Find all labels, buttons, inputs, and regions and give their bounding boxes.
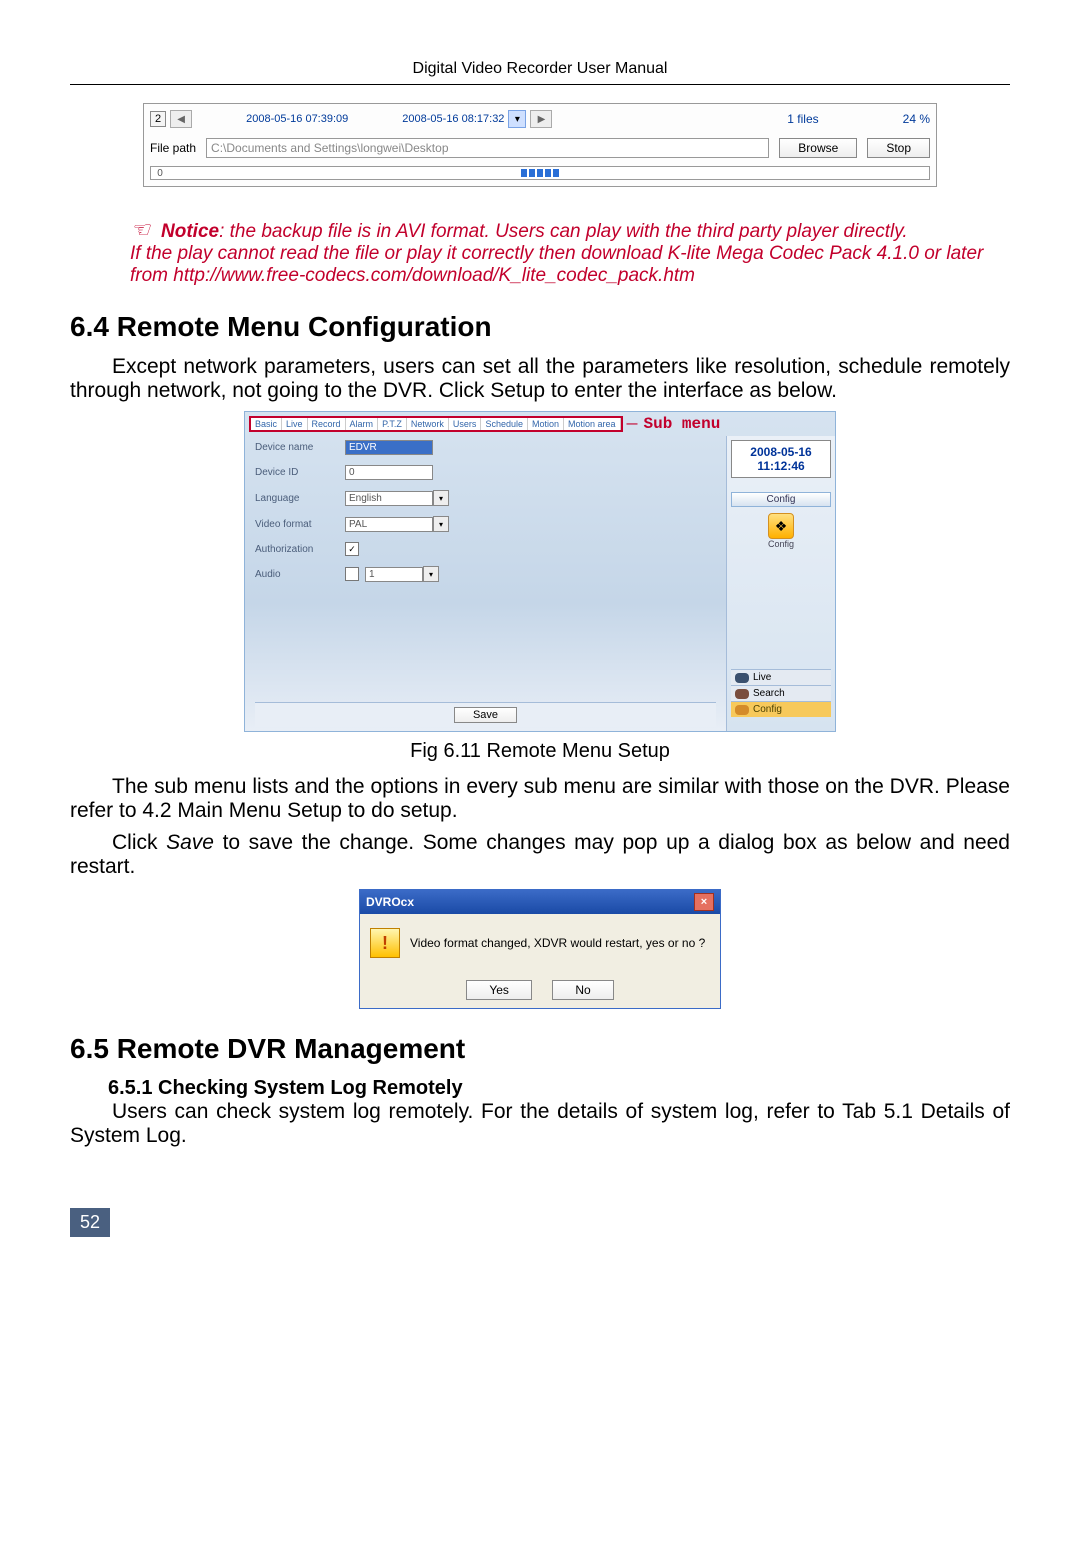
file-path-input[interactable]: C:\Documents and Settings\longwei\Deskto… bbox=[206, 138, 769, 158]
audio-select[interactable]: 1 bbox=[365, 567, 423, 582]
language-select[interactable]: English bbox=[345, 491, 433, 506]
para-submenu: The sub menu lists and the options in ev… bbox=[70, 775, 1010, 823]
nav-config[interactable]: Config bbox=[731, 701, 831, 717]
video-format-label: Video format bbox=[255, 519, 345, 530]
chevron-down-icon[interactable]: ▾ bbox=[433, 516, 449, 532]
dialog-title: DVROcx bbox=[366, 895, 414, 909]
dropdown-icon[interactable]: ▾ bbox=[508, 110, 526, 128]
browse-button[interactable]: Browse bbox=[779, 138, 857, 158]
fig-6-11-caption: Fig 6.11 Remote Menu Setup bbox=[70, 740, 1010, 763]
percent-label: 24 % bbox=[903, 112, 930, 126]
backup-time1: 2008-05-16 07:39:09 bbox=[246, 113, 348, 125]
device-id-input[interactable]: 0 bbox=[345, 465, 433, 480]
device-name-input[interactable]: EDVR bbox=[345, 440, 433, 455]
dialog-figure: DVROcx × ! Video format changed, XDVR wo… bbox=[359, 889, 721, 1009]
nav-live[interactable]: Live bbox=[731, 669, 831, 685]
dialog-message: Video format changed, XDVR would restart… bbox=[410, 936, 705, 950]
progress-zero: 0 bbox=[157, 168, 163, 179]
time-value: 11:12:46 bbox=[736, 459, 826, 473]
authorization-label: Authorization bbox=[255, 544, 345, 555]
para-6-5-1: Users can check system log remotely. For… bbox=[70, 1100, 1010, 1148]
gear-icon bbox=[735, 705, 749, 715]
device-name-label: Device name bbox=[255, 442, 345, 453]
files-count: 1 files bbox=[787, 112, 818, 126]
chevron-down-icon[interactable]: ▾ bbox=[433, 490, 449, 506]
nav-search[interactable]: Search bbox=[731, 685, 831, 701]
file-path-label: File path bbox=[150, 141, 196, 155]
header-title: Digital Video Recorder User Manual bbox=[70, 60, 1010, 78]
para-6-4: Except network parameters, users can set… bbox=[70, 355, 1010, 403]
config-icon[interactable]: ❖ bbox=[768, 513, 794, 539]
notice-label: Notice bbox=[161, 221, 219, 242]
device-id-label: Device ID bbox=[255, 467, 345, 478]
close-icon[interactable]: × bbox=[694, 893, 714, 911]
page-number: 52 bbox=[70, 1208, 110, 1237]
date-value: 2008-05-16 bbox=[736, 445, 826, 459]
notice-line1: : the backup file is in AVI format. User… bbox=[219, 221, 908, 242]
video-format-select[interactable]: PAL bbox=[345, 517, 433, 532]
save-button[interactable]: Save bbox=[454, 707, 517, 723]
no-button[interactable]: No bbox=[552, 980, 613, 1000]
progress-bar: 0 bbox=[150, 166, 930, 180]
config-caption: Config bbox=[731, 539, 831, 549]
hand-icon: ☜ bbox=[130, 217, 150, 242]
heading-6-4: 6.4 Remote Menu Configuration bbox=[70, 311, 1010, 343]
yes-button[interactable]: Yes bbox=[466, 980, 532, 1000]
scroll-left-icon[interactable]: ◀ bbox=[170, 110, 192, 128]
audio-label: Audio bbox=[255, 569, 345, 580]
sub-menu-annotation: Sub menu bbox=[644, 415, 721, 433]
backup-figure: 2 ◀ 2008-05-16 07:39:09 2008-05-16 08:17… bbox=[143, 103, 937, 187]
audio-checkbox[interactable] bbox=[345, 567, 359, 581]
sub-menu-tabs[interactable]: BasicLiveRecordAlarmP.T.ZNetworkUsersSch… bbox=[249, 416, 623, 432]
heading-6-5: 6.5 Remote DVR Management bbox=[70, 1033, 1010, 1065]
search-icon bbox=[735, 689, 749, 699]
backup-time2: 2008-05-16 08:17:32 bbox=[402, 113, 504, 125]
chevron-down-icon[interactable]: ▾ bbox=[423, 566, 439, 582]
config-top-button[interactable]: Config bbox=[731, 492, 831, 507]
warning-icon: ! bbox=[370, 928, 400, 958]
backup-num: 2 bbox=[150, 111, 166, 127]
para-save: Click Save to save the change. Some chan… bbox=[70, 831, 1010, 879]
stop-button[interactable]: Stop bbox=[867, 138, 930, 158]
remote-menu-figure: BasicLiveRecordAlarmP.T.ZNetworkUsersSch… bbox=[244, 411, 836, 732]
language-label: Language bbox=[255, 493, 345, 504]
heading-6-5-1: 6.5.1 Checking System Log Remotely bbox=[108, 1077, 1010, 1100]
authorization-checkbox[interactable]: ✓ bbox=[345, 542, 359, 556]
notice-line2: If the play cannot read the file or play… bbox=[130, 243, 1010, 287]
scroll-right-icon[interactable]: ▶ bbox=[530, 110, 552, 128]
eye-icon bbox=[735, 673, 749, 683]
